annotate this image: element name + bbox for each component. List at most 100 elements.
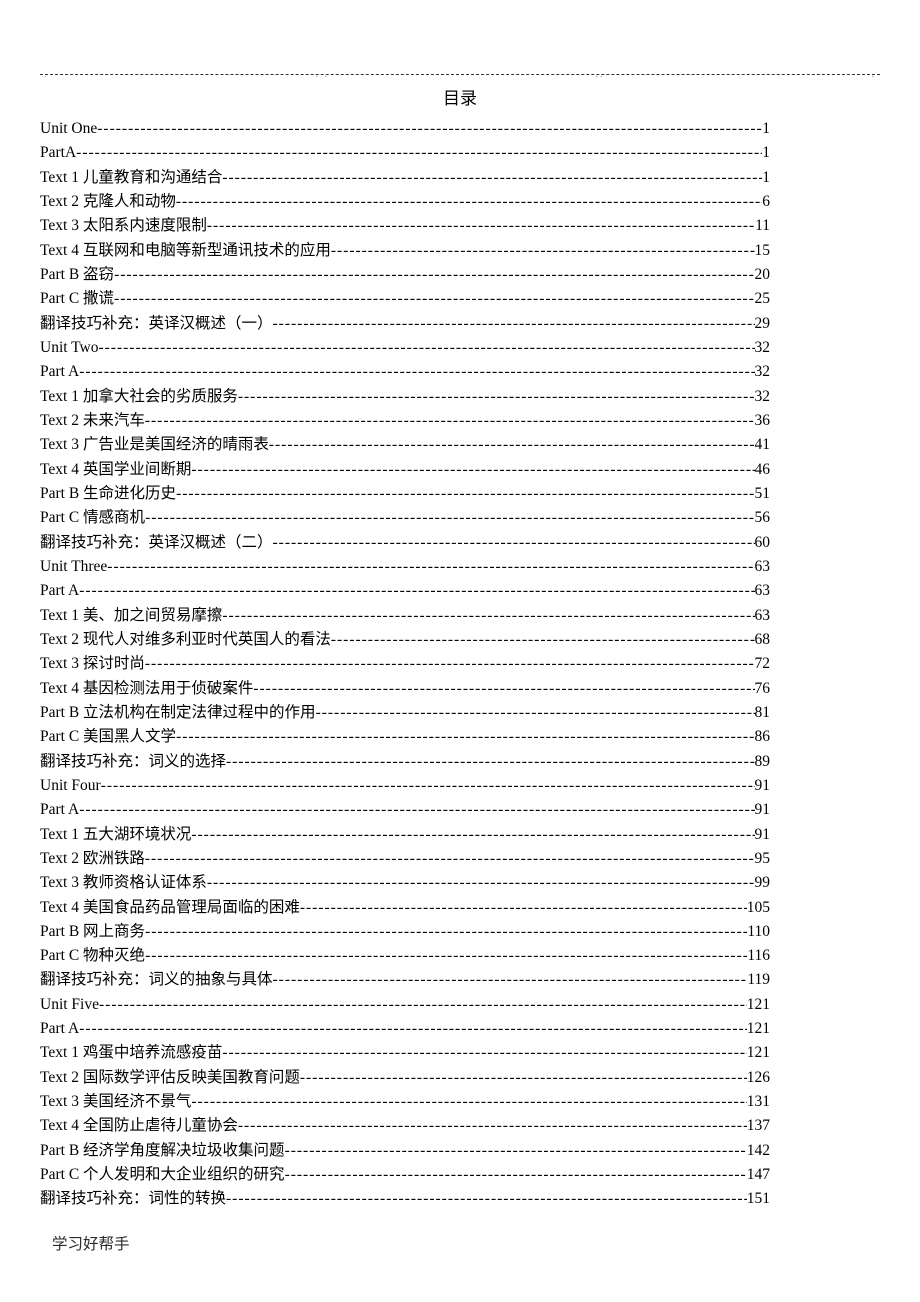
toc-leader (76, 141, 762, 165)
toc-page: 63 (755, 579, 771, 603)
toc-page: 151 (747, 1187, 770, 1211)
toc-leader (207, 214, 755, 238)
toc-row: Text 4 基因检测法用于侦破案件76 (40, 677, 770, 701)
toc-page: 25 (755, 287, 771, 311)
toc-page: 119 (747, 968, 770, 992)
toc-row: Unit Two32 (40, 336, 770, 360)
toc-leader (79, 1017, 747, 1041)
toc-row: Text 2 欧洲铁路 95 (40, 847, 770, 871)
toc-row: Part A32 (40, 360, 770, 384)
toc-page: 126 (747, 1066, 770, 1090)
toc-page: 105 (747, 896, 770, 920)
toc-label: Part A (40, 798, 79, 822)
toc-row: Part C 物种灭绝 116 (40, 944, 770, 968)
toc-label: Text 3 美国经济不景气 (40, 1090, 191, 1114)
toc-page: 63 (755, 604, 771, 628)
toc-page: 1 (762, 141, 770, 165)
toc-label: Unit Three (40, 555, 107, 579)
toc-row: Part B 盗窃 20 (40, 263, 770, 287)
toc-row: Text 1 儿童教育和沟通结合 1 (40, 166, 770, 190)
toc-leader (253, 677, 754, 701)
toc-row: 翻译技巧补充：词义的选择89 (40, 750, 770, 774)
footer-text: 学习好帮手 (40, 1232, 880, 1254)
toc-row: Part C 美国黑人文学86 (40, 725, 770, 749)
toc-row: PartA 1 (40, 141, 770, 165)
toc-label: 翻译技巧补充：英译汉概述（一） (40, 312, 273, 336)
toc-leader (145, 847, 755, 871)
toc-leader (238, 1114, 747, 1138)
toc-row: Part A91 (40, 798, 770, 822)
toc-leader (101, 774, 755, 798)
toc-row: Unit One1 (40, 117, 770, 141)
toc-row: Text 1 五大湖环境状况91 (40, 823, 770, 847)
toc-label: Text 1 美、加之间贸易摩擦 (40, 604, 222, 628)
toc-page: 142 (747, 1139, 770, 1163)
toc-leader (191, 1090, 746, 1114)
toc-row: Text 2 国际数学评估反映美国教育问题126 (40, 1066, 770, 1090)
toc-label: Part C 撒谎 (40, 287, 114, 311)
toc-label: Text 1 儿童教育和沟通结合 (40, 166, 222, 190)
toc-page: 29 (755, 312, 771, 336)
toc-label: Part A (40, 579, 79, 603)
toc-leader (273, 312, 755, 336)
toc-label: PartA (40, 141, 76, 165)
toc-leader (331, 628, 755, 652)
toc-label: Text 1 加拿大社会的劣质服务 (40, 385, 238, 409)
toc-page: 1 (762, 166, 770, 190)
toc-label: Part B 立法机构在制定法律过程中的作用 (40, 701, 316, 725)
toc-label: Part A (40, 1017, 79, 1041)
toc-row: Unit Four91 (40, 774, 770, 798)
toc-leader (145, 652, 755, 676)
toc-page: 56 (755, 506, 771, 530)
toc-label: Part B 盗窃 (40, 263, 114, 287)
toc-page: 15 (755, 239, 771, 263)
toc-leader (98, 336, 754, 360)
toc-row: Text 3 探讨时尚72 (40, 652, 770, 676)
toc-row: Text 4 全国防止虐待儿童协会137 (40, 1114, 770, 1138)
toc-leader (222, 166, 762, 190)
toc-page: 116 (747, 944, 770, 968)
toc-row: 翻译技巧补充：词性的转换151 (40, 1187, 770, 1211)
toc-page: 6 (762, 190, 770, 214)
toc-row: Unit Three63 (40, 555, 770, 579)
toc-leader (273, 968, 748, 992)
toc-row: Part C 情感商机56 (40, 506, 770, 530)
toc-leader (191, 458, 754, 482)
toc-leader (114, 263, 754, 287)
toc-label: Part C 物种灭绝 (40, 944, 145, 968)
toc-page: 131 (747, 1090, 770, 1114)
toc-leader (97, 117, 762, 141)
toc-leader (331, 239, 755, 263)
toc-leader (145, 409, 755, 433)
toc-leader (226, 1187, 747, 1211)
toc-page: 11 (755, 214, 770, 238)
toc-label: Part B 生命进化历史 (40, 482, 176, 506)
toc-label: Text 4 互联网和电脑等新型通讯技术的应用 (40, 239, 331, 263)
toc-label: Part C 个人发明和大企业组织的研究 (40, 1163, 285, 1187)
toc-label: Unit Five (40, 993, 99, 1017)
toc-label: Part B 网上商务 (40, 920, 145, 944)
toc-row: 翻译技巧补充：英译汉概述（二）60 (40, 531, 770, 555)
toc-leader (114, 287, 754, 311)
toc-row: Part C 撒谎 25 (40, 287, 770, 311)
toc-page: 95 (755, 847, 771, 871)
toc-page: 86 (755, 725, 771, 749)
toc-label: Text 4 全国防止虐待儿童协会 (40, 1114, 238, 1138)
toc-leader (191, 823, 754, 847)
toc-row: Text 3 广告业是美国经济的晴雨表41 (40, 433, 770, 457)
toc-label: Text 4 英国学业间断期 (40, 458, 191, 482)
toc-leader (207, 871, 755, 895)
toc-row: Part A 63 (40, 579, 770, 603)
toc-leader (176, 725, 754, 749)
toc-label: 翻译技巧补充：英译汉概述（二） (40, 531, 273, 555)
toc-label: Text 2 欧洲铁路 (40, 847, 145, 871)
toc-label: Text 2 未来汽车 (40, 409, 145, 433)
toc-page: 121 (747, 993, 770, 1017)
toc-label: Text 3 教师资格认证体系 (40, 871, 207, 895)
toc-page: 89 (755, 750, 771, 774)
toc-leader (145, 506, 754, 530)
toc-page: 20 (755, 263, 771, 287)
toc-page: 121 (747, 1017, 770, 1041)
toc-row: 翻译技巧补充：词义的抽象与具体119 (40, 968, 770, 992)
toc-page: 99 (755, 871, 771, 895)
